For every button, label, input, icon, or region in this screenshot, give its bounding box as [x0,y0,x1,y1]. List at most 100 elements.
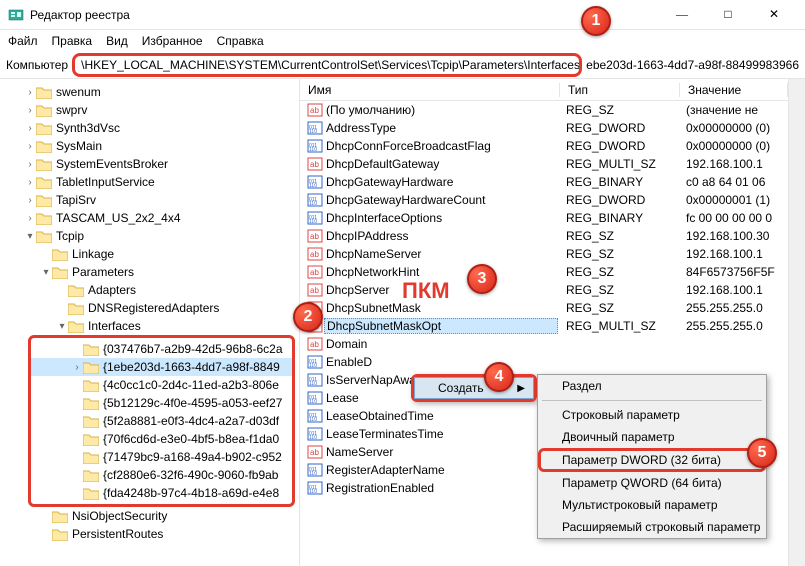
tree-node[interactable]: PersistentRoutes [0,525,299,543]
value-name: DhcpInterfaceOptions [324,211,558,225]
tree-node[interactable]: Adapters [0,281,299,299]
tree-node-guid[interactable]: {71479bc9-a168-49a4-b902-c952 [31,448,292,466]
value-name: LeaseTerminatesTime [324,427,558,441]
value-name: DhcpDefaultGateway [324,157,558,171]
value-icon: 011110 [306,408,324,424]
registry-row[interactable]: abDhcpNameServerREG_SZ192.168.100.1 [300,245,788,263]
tree-node-tcpip[interactable]: ▾Tcpip [0,227,299,245]
tree-node-guid[interactable]: {fda4248b-97c4-4b18-a69d-e4e8 [31,484,292,502]
svg-text:ab: ab [310,268,319,277]
menu-help[interactable]: Справка [217,34,264,48]
menu-edit[interactable]: Правка [52,34,93,48]
registry-row[interactable]: abDhcpIPAddressREG_SZ192.168.100.30 [300,227,788,245]
tree-node[interactable]: ›TabletInputService [0,173,299,191]
tree-node[interactable]: ›swenum [0,83,299,101]
close-button[interactable]: ✕ [751,0,797,30]
value-type: REG_SZ [558,283,678,297]
registry-row[interactable]: ab(По умолчанию)REG_SZ(значение не [300,101,788,119]
value-data: 255.255.255.0 [678,319,788,333]
tree-panel: ›swenum›swprv›Synth3dVsc›SysMain›SystemE… [0,79,300,566]
value-name: DhcpNetworkHint [324,265,558,279]
minimize-button[interactable]: — [659,0,705,30]
col-value[interactable]: Значение [680,83,788,97]
tree-node[interactable]: Linkage [0,245,299,263]
maximize-button[interactable]: □ [705,0,751,30]
svg-text:110: 110 [309,435,317,441]
tree-node-guid[interactable]: {5f2a8881-e0f3-4dc4-a2a7-d03df [31,412,292,430]
tree-node[interactable]: ›swprv [0,101,299,119]
ctx-item-expand[interactable]: Расширяемый строковый параметр [538,516,766,538]
tree-node-guid[interactable]: {cf2880e6-32f6-490c-9060-fb9ab [31,466,292,484]
scrollbar-vertical[interactable] [788,79,805,566]
address-trail: ebe203d-1663-4dd7-a98f-88499983966 [586,58,799,72]
tree-node[interactable]: DNSRegisteredAdapters [0,299,299,317]
registry-row[interactable]: 011110DhcpConnForceBroadcastFlagREG_DWOR… [300,137,788,155]
value-icon: 011110 [306,174,324,190]
value-icon: 011110 [306,192,324,208]
tree-node-guid[interactable]: {5b12129c-4f0e-4595-a053-eef27 [31,394,292,412]
tree-node[interactable]: ›TASCAM_US_2x2_4x4 [0,209,299,227]
svg-text:110: 110 [309,381,317,387]
ctx-item-key[interactable]: Раздел [538,375,766,397]
tree-node[interactable]: ›Synth3dVsc [0,119,299,137]
tree-node-guid[interactable]: ›{1ebe203d-1663-4dd7-a98f-8849 [31,358,292,376]
value-type: REG_MULTI_SZ [558,319,678,333]
ctx-item-multi[interactable]: Мультистроковый параметр [538,494,766,516]
svg-text:ab: ab [310,250,319,259]
registry-row[interactable]: abDhcpDefaultGatewayREG_MULTI_SZ192.168.… [300,155,788,173]
registry-row[interactable]: 011110DhcpInterfaceOptionsREG_BINARYfc 0… [300,209,788,227]
address-path[interactable]: \HKEY_LOCAL_MACHINE\SYSTEM\CurrentContro… [72,53,582,77]
titlebar: Редактор реестра — □ ✕ [0,0,805,30]
registry-row[interactable]: abDomain [300,335,788,353]
svg-text:110: 110 [309,219,317,225]
svg-text:ab: ab [310,106,319,115]
tree-node[interactable]: ›SysMain [0,137,299,155]
registry-row[interactable]: 011110DhcpGatewayHardwareCountREG_DWORD0… [300,191,788,209]
registry-row[interactable]: 011110DhcpGatewayHardwareREG_BINARYc0 a8… [300,173,788,191]
value-data: 192.168.100.1 [678,283,788,297]
registry-row[interactable]: abDhcpNetworkHintREG_SZ84F6573756F5F [300,263,788,281]
ctx-item-dword[interactable]: Параметр DWORD (32 бита) [538,448,766,472]
value-icon: 011110 [306,372,324,388]
tree-node-interfaces[interactable]: ▾Interfaces [0,317,299,335]
value-type: REG_DWORD [558,193,678,207]
svg-text:110: 110 [309,363,317,369]
value-data: 192.168.100.1 [678,157,788,171]
value-type: REG_SZ [558,247,678,261]
registry-row[interactable]: 011110AddressTypeREG_DWORD0x00000000 (0) [300,119,788,137]
value-data: 192.168.100.30 [678,229,788,243]
col-name[interactable]: Имя [300,83,560,97]
tree-node[interactable]: ›SystemEventsBroker [0,155,299,173]
value-name: (По умолчанию) [324,103,558,117]
svg-text:ab: ab [310,286,319,295]
menu-view[interactable]: Вид [106,34,128,48]
tree-node[interactable]: NsiObjectSecurity [0,507,299,525]
value-icon: ab [306,282,324,298]
menu-favorites[interactable]: Избранное [142,34,203,48]
svg-text:110: 110 [309,489,317,495]
annotation-badge-1: 1 [581,6,611,36]
value-type: REG_BINARY [558,211,678,225]
ctx-item-create[interactable]: Создать ▶ [414,377,534,399]
ctx-item-string[interactable]: Строковый параметр [538,404,766,426]
value-type: REG_BINARY [558,175,678,189]
tree-node-guid[interactable]: {4c0cc1c0-2d4c-11ed-a2b3-806e [31,376,292,394]
menu-file[interactable]: Файл [8,34,38,48]
tree-node-parameters[interactable]: ▾Parameters [0,263,299,281]
registry-row[interactable]: abDhcpSubnetMaskOptREG_MULTI_SZ255.255.2… [300,317,788,335]
value-icon: 011110 [306,462,324,478]
col-type[interactable]: Тип [560,83,680,97]
svg-text:110: 110 [309,129,317,135]
ctx-item-qword[interactable]: Параметр QWORD (64 бита) [538,472,766,494]
value-data: fc 00 00 00 00 0 [678,211,788,225]
tree-node-guid[interactable]: {037476b7-a2b9-42d5-96b8-6c2a [31,340,292,358]
tree-node-guid[interactable]: {70f6cd6d-e3e0-4bf5-b8ea-f1da0 [31,430,292,448]
svg-text:110: 110 [309,399,317,405]
registry-row[interactable]: 011110EnableD [300,353,788,371]
tree-node[interactable]: ›TapiSrv [0,191,299,209]
value-icon: ab [306,246,324,262]
registry-row[interactable]: abDhcpServerREG_SZ192.168.100.1 [300,281,788,299]
ctx-item-binary[interactable]: Двоичный параметр [538,426,766,448]
registry-row[interactable]: abDhcpSubnetMaskREG_SZ255.255.255.0 [300,299,788,317]
value-icon: ab [306,156,324,172]
